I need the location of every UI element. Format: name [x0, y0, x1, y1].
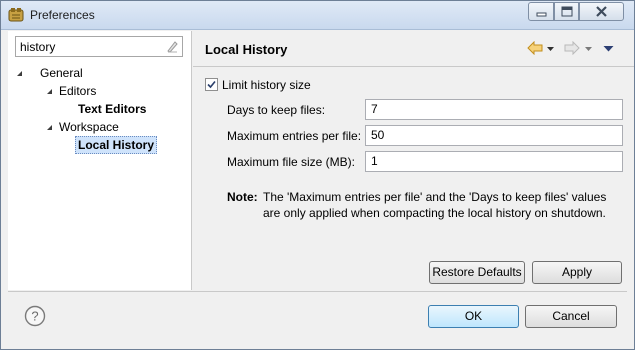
limit-history-row[interactable]: Limit history size	[205, 77, 311, 93]
forward-arrow-icon[interactable]	[564, 41, 580, 55]
preference-page: Local History Limit history size Days to…	[193, 31, 634, 290]
tree-item-workspace[interactable]: Workspace	[46, 119, 119, 135]
back-arrow-icon[interactable]	[527, 41, 543, 55]
window-title: Preferences	[30, 8, 95, 22]
forward-history-dropdown-icon[interactable]	[584, 41, 593, 55]
tree-label-workspace: Workspace	[59, 120, 119, 134]
preference-tree-panel: General Editors Text Editors Workspace L…	[8, 31, 192, 290]
tree-label-text-editors: Text Editors	[78, 102, 147, 116]
expanded-icon[interactable]	[46, 88, 53, 95]
ok-button[interactable]: OK	[428, 305, 519, 328]
tree-label-local-history: Local History	[78, 138, 155, 152]
minimize-button[interactable]	[528, 2, 554, 21]
tree-item-editors[interactable]: Editors	[46, 83, 96, 99]
close-icon	[596, 6, 607, 17]
close-button[interactable]	[579, 2, 624, 21]
restore-defaults-button[interactable]: Restore Defaults	[429, 261, 525, 284]
tree-item-local-history[interactable]: Local History	[75, 136, 158, 154]
app-icon	[8, 8, 24, 22]
tree-item-general[interactable]: General	[16, 65, 83, 81]
cancel-button[interactable]: Cancel	[525, 305, 617, 328]
filter-field[interactable]	[15, 36, 183, 57]
limit-history-checkbox[interactable]	[205, 78, 218, 91]
filter-input[interactable]	[18, 38, 163, 55]
svg-text:?: ?	[31, 309, 38, 324]
limit-history-label: Limit history size	[222, 78, 311, 92]
expanded-icon[interactable]	[16, 70, 23, 77]
max-entries-label: Maximum entries per file:	[227, 129, 362, 143]
maximize-icon	[561, 6, 573, 17]
days-input[interactable]: 7	[365, 99, 623, 120]
max-size-input[interactable]: 1	[365, 151, 623, 172]
apply-button[interactable]: Apply	[532, 261, 622, 284]
tree-label-editors: Editors	[59, 84, 97, 98]
max-size-label: Maximum file size (MB):	[227, 155, 356, 169]
expanded-icon[interactable]	[46, 124, 53, 131]
back-history-dropdown-icon[interactable]	[546, 41, 555, 55]
tree-item-text-editors[interactable]: Text Editors	[78, 101, 146, 117]
preferences-window: Preferences G	[0, 0, 635, 350]
note-label: Note:	[227, 190, 258, 204]
checkmark-icon	[207, 80, 216, 89]
note-text: The 'Maximum entries per file' and the '…	[263, 190, 607, 220]
help-icon[interactable]: ?	[24, 305, 46, 327]
minimize-icon	[536, 12, 547, 17]
page-title: Local History	[205, 42, 288, 57]
max-entries-input[interactable]: 50	[365, 125, 623, 146]
local-history-form: Limit history size Days to keep files: 7…	[193, 68, 634, 290]
view-menu-icon[interactable]	[603, 41, 614, 55]
clear-filter-icon[interactable]	[166, 40, 179, 53]
title-bar[interactable]: Preferences	[1, 1, 634, 30]
tree-label-general: General	[40, 66, 83, 80]
page-header: Local History	[193, 31, 634, 67]
days-label: Days to keep files:	[227, 103, 326, 117]
maximize-button[interactable]	[554, 2, 579, 21]
separator	[8, 291, 627, 292]
